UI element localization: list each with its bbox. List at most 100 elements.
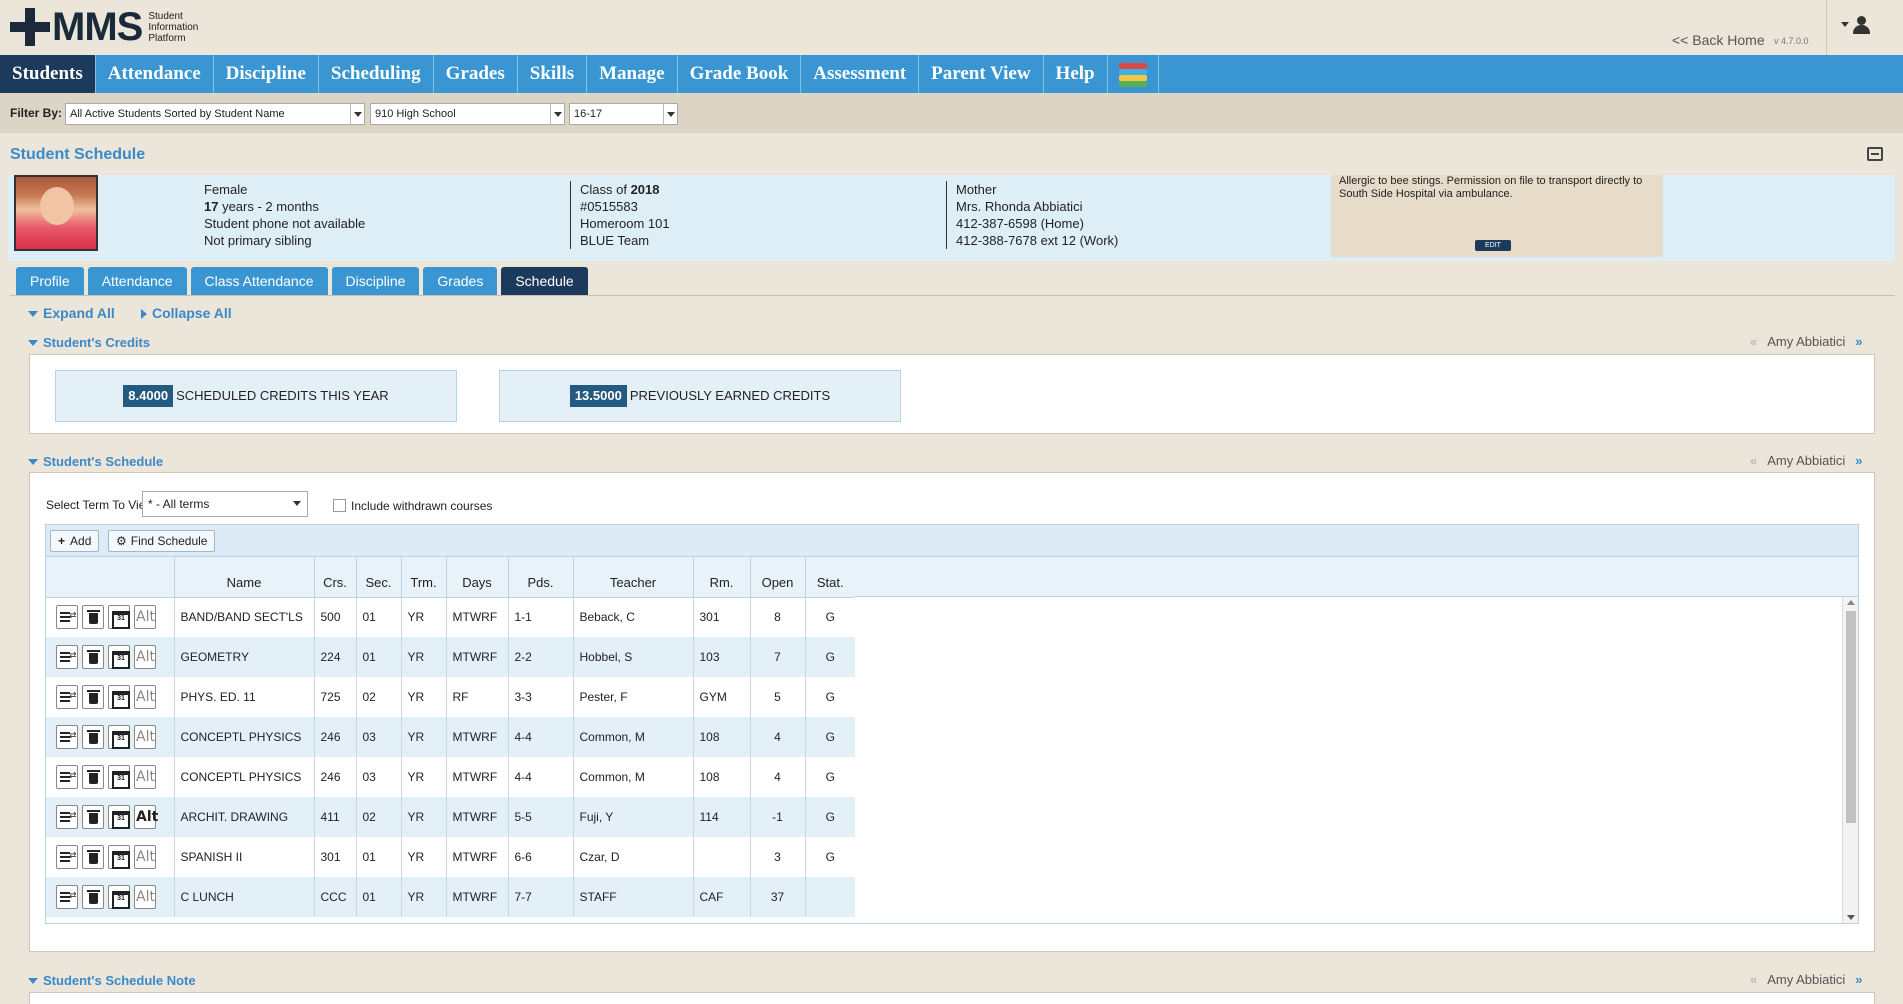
tab-attendance[interactable]: Attendance	[87, 267, 187, 295]
delete-icon[interactable]	[82, 605, 104, 630]
column-header-term[interactable]: Trm.	[401, 557, 447, 598]
tab-schedule[interactable]: Schedule	[501, 267, 588, 295]
schedule-note-section-toggle[interactable]: Student's Schedule Note	[28, 972, 196, 990]
nav-students[interactable]: Students	[0, 55, 96, 93]
change-section-icon[interactable]	[56, 885, 78, 909]
calendar-icon[interactable]	[108, 645, 130, 669]
nav-grades[interactable]: Grades	[434, 55, 518, 93]
table-row[interactable]: C LUNCHCCC01YRMTWRF7-7STAFFCAF37	[46, 877, 855, 917]
column-header-status[interactable]: Stat.	[805, 557, 855, 598]
tab-profile[interactable]: Profile	[16, 267, 84, 295]
nav-parent-view[interactable]: Parent View	[919, 55, 1044, 93]
table-row[interactable]: BAND/BAND SECT'LS50001YRMTWRF1-1Beback, …	[46, 597, 855, 637]
change-section-icon[interactable]	[56, 605, 78, 630]
column-header-room[interactable]: Rm.	[693, 557, 751, 598]
include-withdrawn-checkbox[interactable]	[333, 499, 346, 512]
delete-icon[interactable]	[82, 765, 104, 789]
nav-grade-book[interactable]: Grade Book	[678, 55, 802, 93]
alternate-icon[interactable]	[134, 765, 156, 789]
alternate-icon[interactable]	[134, 605, 156, 630]
student-filter-select[interactable]: All Active Students Sorted by Student Na…	[65, 103, 365, 125]
back-home-link[interactable]: << Back Home	[1672, 32, 1765, 48]
table-row[interactable]: CONCEPTL PHYSICS24603YRMTWRF4-4Common, M…	[46, 717, 855, 757]
alternate-icon[interactable]	[134, 845, 156, 869]
edit-alert-button[interactable]: EDIT	[1475, 240, 1511, 251]
student-info: Female 17 years - 2 months Student phone…	[8, 175, 1895, 261]
tab-grades[interactable]: Grades	[423, 267, 498, 295]
add-course-button[interactable]: + Add	[50, 530, 100, 552]
alternate-icon[interactable]	[134, 725, 156, 749]
column-header-days[interactable]: Days	[446, 557, 509, 598]
nav-skills[interactable]: Skills	[518, 55, 588, 93]
expand-all-link[interactable]: Expand All	[28, 305, 115, 323]
calendar-icon[interactable]	[108, 805, 130, 829]
school-select[interactable]: 910 High School	[370, 103, 565, 125]
collapse-all-link[interactable]: Collapse All	[141, 305, 232, 323]
previous-student-icon[interactable]: «	[1750, 972, 1757, 987]
nav-discipline[interactable]: Discipline	[214, 55, 319, 93]
user-menu[interactable]	[1826, 0, 1903, 55]
table-row[interactable]: ARCHIT. DRAWING41102YRMTWRF5-5Fuji, Y114…	[46, 797, 855, 837]
app-logo[interactable]: MMS Student Information Platform	[10, 7, 198, 47]
table-row[interactable]: SPANISH II30101YRMTWRF6-6Czar, D 3 G	[46, 837, 855, 877]
schedule-section-toggle[interactable]: Student's Schedule	[28, 453, 163, 471]
grid-scrollbar[interactable]	[1842, 597, 1858, 923]
calendar-icon[interactable]	[108, 845, 130, 869]
alternate-icon[interactable]	[134, 645, 156, 669]
next-student-icon[interactable]: »	[1855, 453, 1862, 468]
books-button[interactable]	[1108, 55, 1159, 93]
credits-section-toggle[interactable]: Student's Credits	[28, 334, 150, 352]
nav-scheduling[interactable]: Scheduling	[319, 55, 434, 93]
scroll-down-icon[interactable]	[1847, 915, 1855, 920]
table-row[interactable]: CONCEPTL PHYSICS24603YRMTWRF4-4Common, M…	[46, 757, 855, 797]
year-select[interactable]: 16-17	[569, 103, 678, 125]
nav-manage[interactable]: Manage	[587, 55, 678, 93]
previous-student-icon[interactable]: «	[1750, 453, 1757, 468]
scrollbar-thumb[interactable]	[1846, 611, 1856, 823]
delete-icon[interactable]	[82, 885, 104, 909]
table-row[interactable]: GEOMETRY22401YRMTWRF2-2Hobbel, S1037G	[46, 637, 855, 677]
alternate-icon[interactable]	[134, 685, 156, 709]
next-student-icon[interactable]: »	[1855, 972, 1862, 987]
change-section-icon[interactable]	[56, 725, 78, 749]
delete-icon[interactable]	[82, 685, 104, 709]
change-section-icon[interactable]	[56, 845, 78, 869]
term-select[interactable]: * - All terms	[142, 491, 308, 517]
delete-icon[interactable]	[82, 645, 104, 669]
column-header-course[interactable]: Crs.	[314, 557, 357, 598]
calendar-icon[interactable]	[108, 725, 130, 749]
tab-discipline[interactable]: Discipline	[331, 267, 420, 295]
calendar-icon[interactable]	[108, 765, 130, 789]
column-header-section[interactable]: Sec.	[356, 557, 402, 598]
nav-help[interactable]: Help	[1044, 55, 1108, 93]
alternate-icon[interactable]	[134, 805, 158, 829]
table-row[interactable]: PHYS. ED. 1172502YRRF3-3Pester, FGYM5 G	[46, 677, 855, 717]
calendar-icon[interactable]	[108, 685, 130, 709]
scroll-up-icon[interactable]	[1847, 600, 1855, 605]
delete-icon[interactable]	[82, 845, 104, 869]
change-section-icon[interactable]	[56, 765, 78, 789]
calendar-icon[interactable]	[108, 885, 130, 909]
delete-icon[interactable]	[82, 725, 104, 749]
delete-icon[interactable]	[82, 805, 104, 829]
page-title: Student Schedule	[10, 146, 146, 163]
row-actions	[46, 757, 175, 797]
tab-class-attendance[interactable]: Class Attendance	[190, 267, 328, 295]
next-student-icon[interactable]: »	[1855, 334, 1862, 349]
column-header-open[interactable]: Open	[750, 557, 806, 598]
find-schedule-button[interactable]: ⚙ Find Schedule	[108, 530, 216, 552]
column-header-periods[interactable]: Pds.	[508, 557, 574, 598]
print-icon[interactable]	[1867, 147, 1883, 161]
nav-attendance[interactable]: Attendance	[96, 55, 214, 93]
cell-teacher: Pester, F	[573, 677, 694, 717]
column-header-teacher[interactable]: Teacher	[573, 557, 694, 598]
alternate-icon[interactable]	[134, 885, 156, 909]
column-header-name[interactable]: Name	[174, 557, 315, 598]
nav-assessment[interactable]: Assessment	[801, 55, 920, 93]
change-section-icon[interactable]	[56, 645, 78, 669]
calendar-icon[interactable]	[108, 605, 130, 630]
change-section-icon[interactable]	[56, 805, 78, 829]
previous-student-icon[interactable]: «	[1750, 334, 1757, 349]
include-withdrawn-toggle[interactable]: Include withdrawn courses	[333, 499, 492, 513]
change-section-icon[interactable]	[56, 685, 78, 709]
